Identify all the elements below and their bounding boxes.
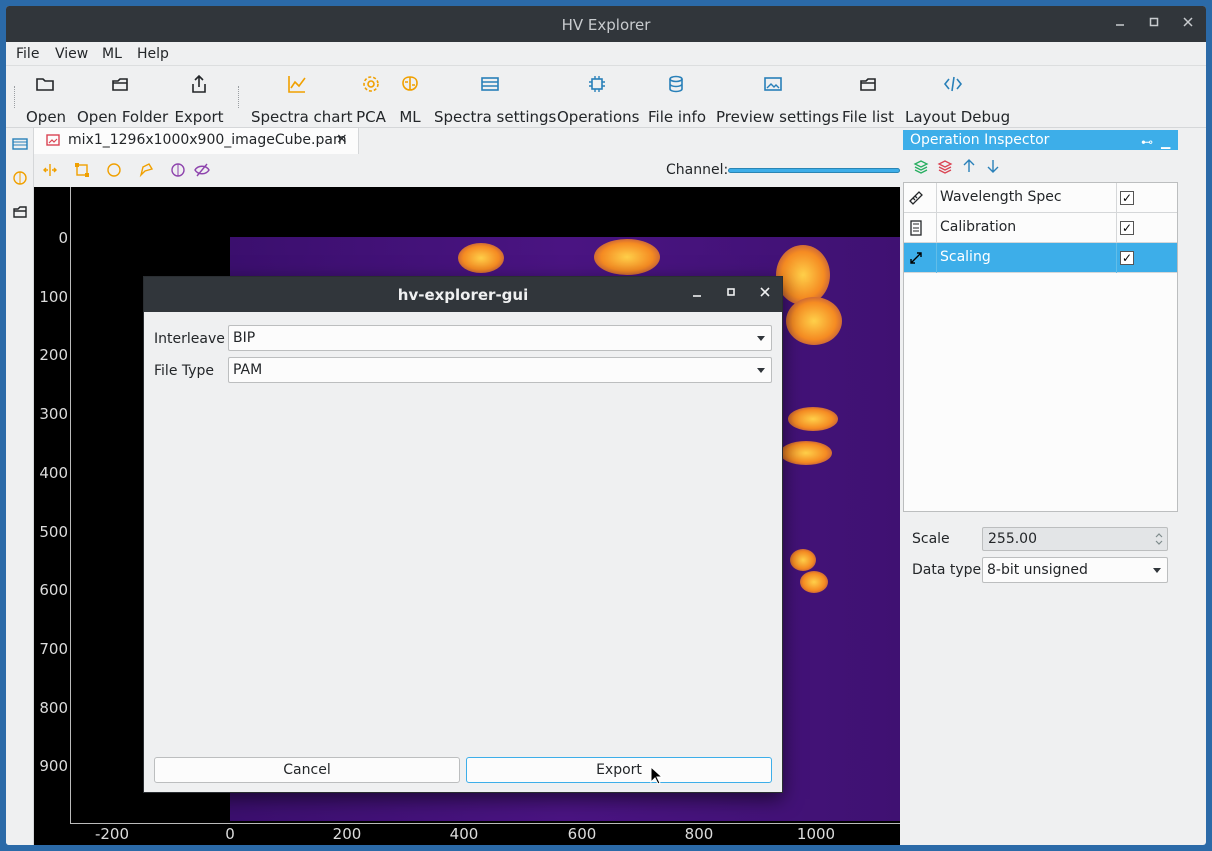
chevron-down-icon bbox=[757, 368, 765, 373]
file-type-value: PAM bbox=[233, 362, 263, 378]
minimize-icon bbox=[693, 295, 701, 297]
close-icon bbox=[760, 287, 770, 297]
interleave-label: Interleave bbox=[154, 331, 225, 347]
interleave-value: BIP bbox=[233, 330, 256, 346]
dialog-maximize-button[interactable] bbox=[722, 285, 740, 303]
export-dialog: hv-explorer-gui Interleave BIP File Type… bbox=[143, 276, 783, 793]
maximize-icon bbox=[727, 288, 735, 296]
chevron-down-icon bbox=[757, 336, 765, 341]
dialog-minimize-button[interactable] bbox=[688, 285, 706, 303]
interleave-select[interactable]: BIP bbox=[228, 325, 772, 351]
mouse-cursor-icon bbox=[650, 766, 664, 785]
dialog-close-button[interactable] bbox=[756, 285, 774, 303]
modal-overlay: hv-explorer-gui Interleave BIP File Type… bbox=[0, 0, 1212, 851]
file-type-label: File Type bbox=[154, 363, 215, 379]
cancel-button[interactable]: Cancel bbox=[154, 757, 460, 783]
file-type-select[interactable]: PAM bbox=[228, 357, 772, 383]
dialog-titlebar[interactable]: hv-explorer-gui bbox=[144, 277, 782, 312]
export-confirm-button[interactable]: Export bbox=[466, 757, 772, 783]
dialog-title: hv-explorer-gui bbox=[397, 286, 529, 304]
